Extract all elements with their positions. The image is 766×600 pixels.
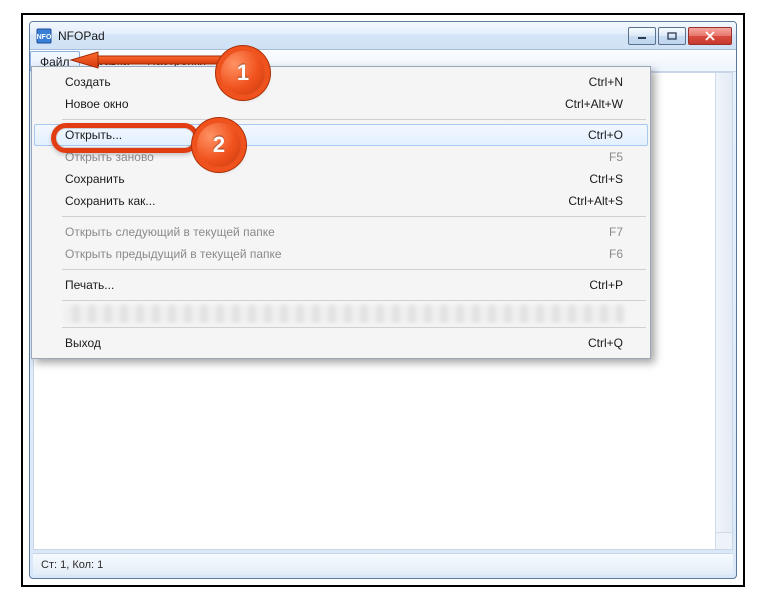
menuitem-4: Открыть заново F5 — [34, 146, 648, 168]
menuitem-3[interactable]: Открыть... Ctrl+O — [34, 124, 648, 146]
menuitem-8: Открыть следующий в текущей папке F7 — [34, 221, 648, 243]
menuitem-15[interactable]: Выход Ctrl+Q — [34, 332, 648, 354]
maximize-button[interactable] — [658, 27, 686, 45]
annotation-arrow — [63, 45, 243, 75]
menuitem-shortcut: Ctrl+Alt+S — [568, 194, 623, 208]
menu-separator — [62, 300, 646, 301]
menu-separator — [62, 216, 646, 217]
menuitem-9: Открыть предыдущий в текущей папке F6 — [34, 243, 648, 265]
menuitem-label: Открыть следующий в текущей папке — [65, 225, 275, 239]
app-icon: NFO — [36, 28, 52, 44]
screenshot-frame: NFO NFOPad ФайлПравкаНастройкиВид — [21, 13, 745, 587]
menuitem-label: Создать — [65, 75, 111, 89]
menuitem-label: Выход — [65, 336, 101, 350]
menuitem-shortcut: F6 — [609, 247, 623, 261]
menuitem-6[interactable]: Сохранить как... Ctrl+Alt+S — [34, 190, 648, 212]
menuitem-label: Печать... — [65, 278, 114, 292]
annotation-badge-1: 1 — [221, 51, 265, 95]
menuitem-11[interactable]: Печать... Ctrl+P — [34, 274, 648, 296]
menuitem-label: Сохранить как... — [65, 194, 155, 208]
menu-separator — [62, 119, 646, 120]
menuitem-5[interactable]: Сохранить Ctrl+S — [34, 168, 648, 190]
recent-files-blurred[interactable] — [64, 305, 624, 323]
close-button[interactable] — [688, 27, 732, 45]
menuitem-label: Открыть... — [65, 128, 122, 142]
window-title: NFOPad — [58, 29, 628, 43]
menuitem-shortcut: Ctrl+Alt+W — [565, 97, 623, 111]
menuitem-shortcut: Ctrl+S — [589, 172, 623, 186]
menuitem-1[interactable]: Новое окно Ctrl+Alt+W — [34, 93, 648, 115]
svg-text:NFO: NFO — [37, 34, 52, 41]
menuitem-shortcut: F7 — [609, 225, 623, 239]
menuitem-shortcut: Ctrl+O — [588, 128, 623, 142]
scrollbar-corner — [715, 532, 732, 549]
menuitem-shortcut: Ctrl+Q — [588, 336, 623, 350]
file-menu-dropdown: Создать Ctrl+N Новое окно Ctrl+Alt+W Открыть… — [31, 66, 651, 359]
menuitem-label: Открыть предыдущий в текущей папке — [65, 247, 282, 261]
menuitem-shortcut: F5 — [609, 150, 623, 164]
minimize-button[interactable] — [628, 27, 656, 45]
menu-separator — [62, 269, 646, 270]
menuitem-label: Сохранить — [65, 172, 125, 186]
statusbar: Ст: 1, Кол: 1 — [33, 553, 733, 575]
menuitem-label: Новое окно — [65, 97, 129, 111]
cursor-position: Ст: 1, Кол: 1 — [41, 559, 103, 571]
menuitem-shortcut: Ctrl+P — [589, 278, 623, 292]
menuitem-shortcut: Ctrl+N — [589, 75, 623, 89]
window-buttons — [628, 27, 732, 45]
menu-separator — [62, 327, 646, 328]
menuitem-label: Открыть заново — [65, 150, 154, 164]
vertical-scrollbar[interactable] — [715, 73, 732, 532]
annotation-badge-2: 2 — [197, 123, 241, 167]
